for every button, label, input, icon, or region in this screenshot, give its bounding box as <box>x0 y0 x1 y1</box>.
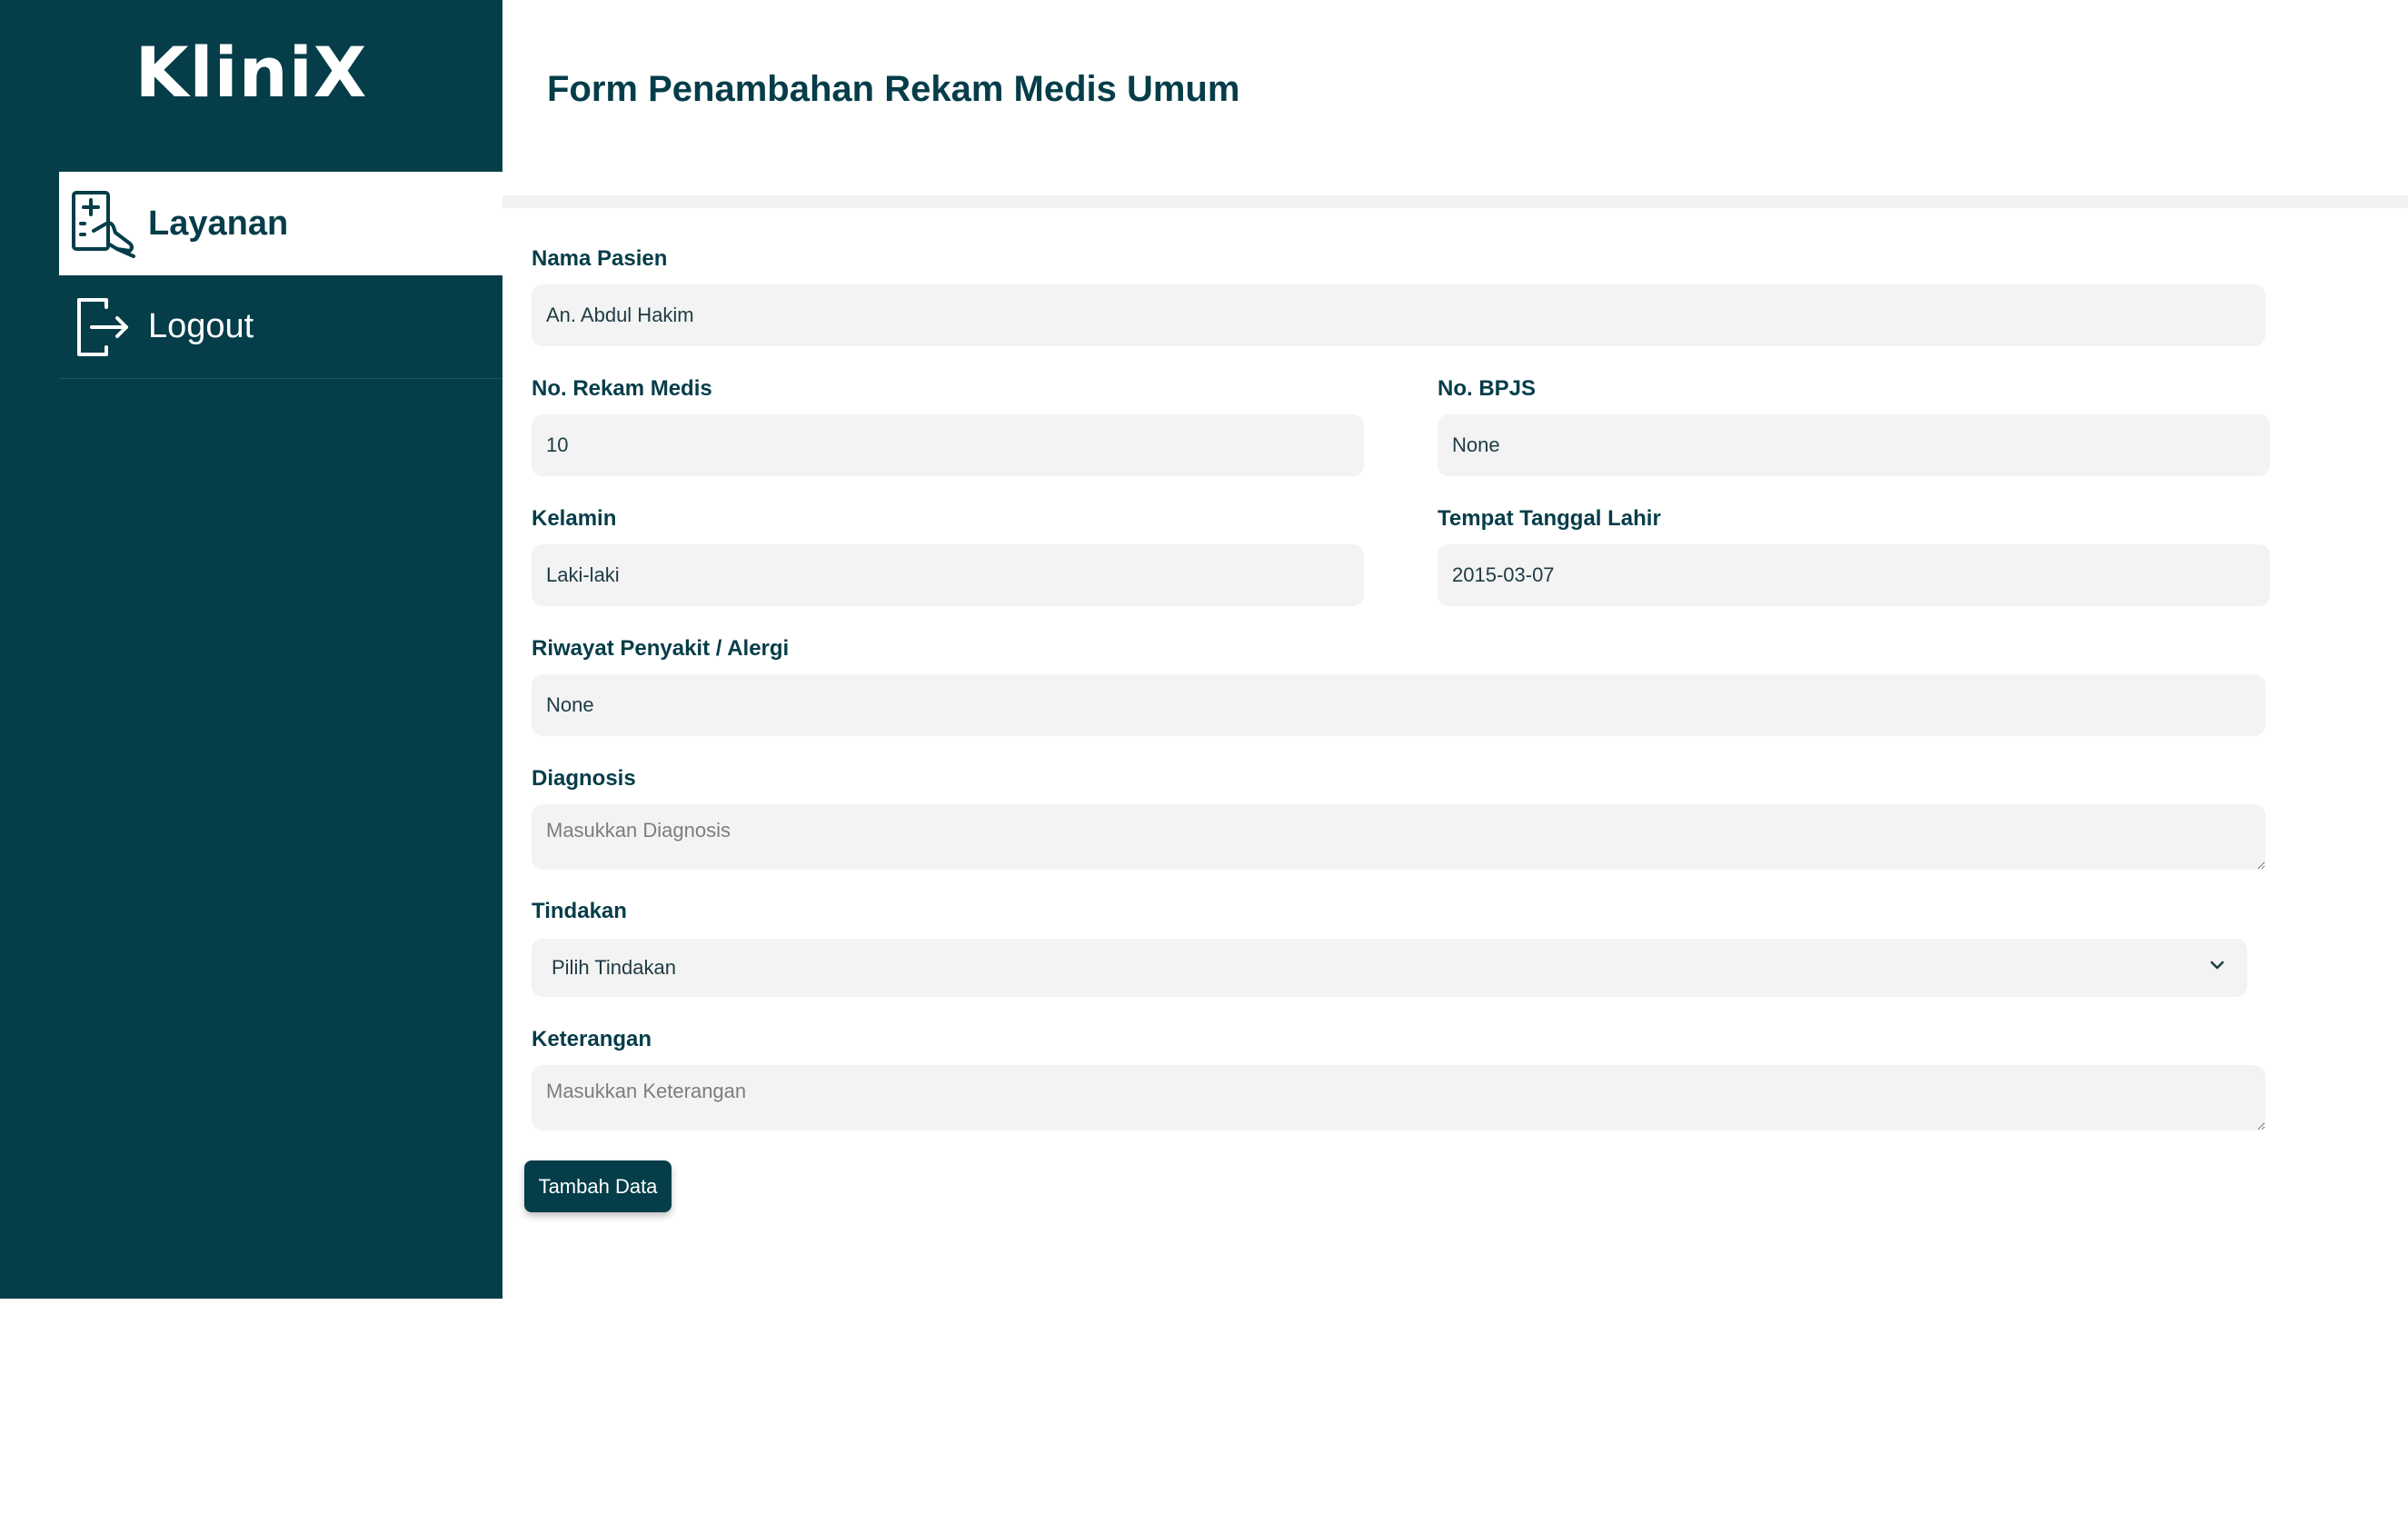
kelamin-field[interactable] <box>532 544 1364 606</box>
riwayat-label: Riwayat Penyakit / Alergi <box>532 636 790 661</box>
keterangan-field[interactable] <box>532 1065 2265 1131</box>
ttl-field[interactable] <box>1438 544 2270 606</box>
no-bpjs-field[interactable] <box>1438 414 2270 476</box>
sidebar-item-layanan[interactable]: Layanan <box>59 172 502 275</box>
tindakan-select[interactable]: Pilih Tindakan <box>532 939 2247 997</box>
page-title: Form Penambahan Rekam Medis Umum <box>547 69 1240 109</box>
nama-pasien-label: Nama Pasien <box>532 246 668 271</box>
tambah-data-button[interactable]: Tambah Data <box>524 1160 672 1212</box>
no-rekam-medis-field[interactable] <box>532 414 1364 476</box>
no-bpjs-label: No. BPJS <box>1438 376 1537 401</box>
app-logo[interactable]: KliniX <box>0 27 502 118</box>
diagnosis-label: Diagnosis <box>532 766 636 791</box>
logout-icon <box>59 284 146 371</box>
sidebar-item-label: Layanan <box>148 204 289 243</box>
sidebar: KliniX Layanan Logout <box>0 0 502 1299</box>
tindakan-selected-value: Pilih Tindakan <box>552 956 676 979</box>
medical-record-icon <box>59 180 146 267</box>
sidebar-item-logout[interactable]: Logout <box>59 275 502 379</box>
nama-pasien-field[interactable] <box>532 284 2265 346</box>
diagnosis-field[interactable] <box>532 804 2265 870</box>
riwayat-field[interactable] <box>532 674 2265 736</box>
ttl-label: Tempat Tanggal Lahir <box>1438 506 1661 531</box>
kelamin-label: Kelamin <box>532 506 617 531</box>
chevron-down-icon <box>2207 955 2227 981</box>
keterangan-label: Keterangan <box>532 1027 652 1051</box>
header-divider <box>502 195 2408 208</box>
tindakan-label: Tindakan <box>532 899 627 923</box>
no-rekam-medis-label: No. Rekam Medis <box>532 376 712 401</box>
sidebar-item-label: Logout <box>148 307 254 345</box>
